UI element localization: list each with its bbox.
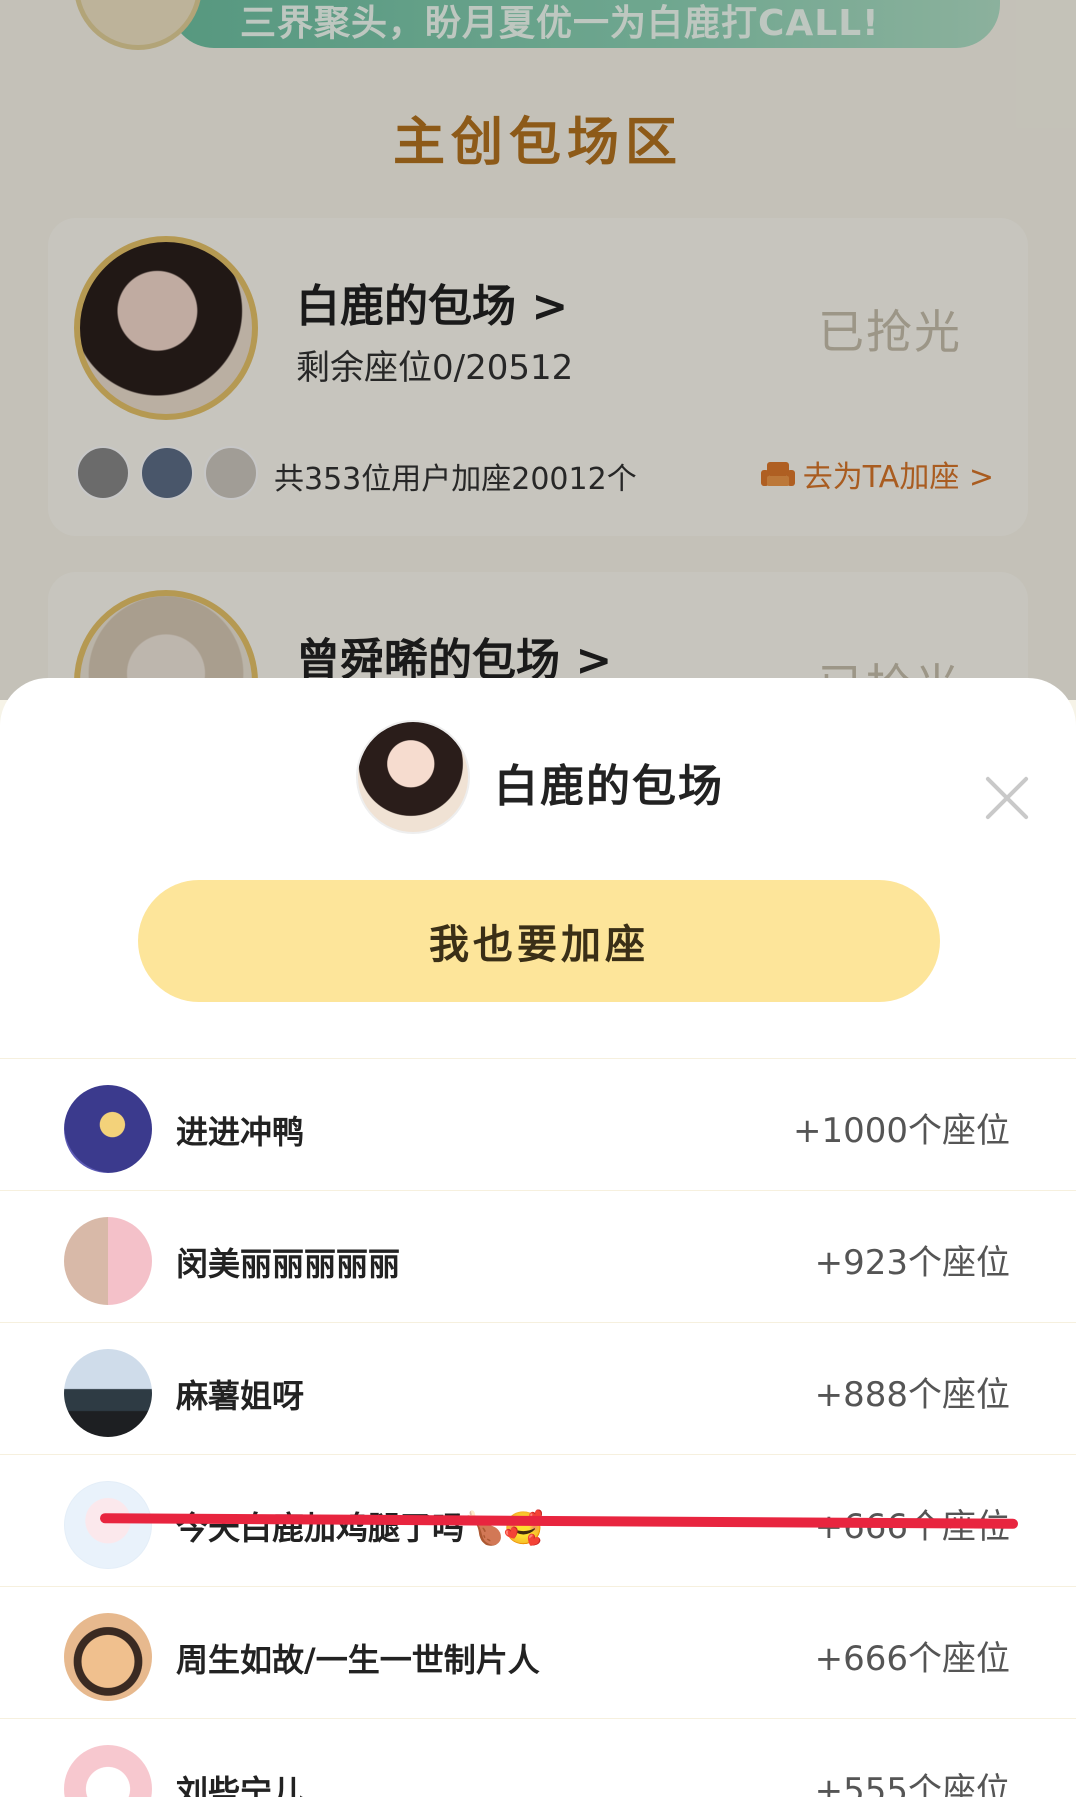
dim-overlay[interactable]: [0, 0, 1076, 700]
avatar: [356, 720, 470, 834]
seat-count: +1000个座位: [792, 1111, 1010, 1151]
user-name: 今天白鹿加鸡腿了吗🍗🥰: [176, 1503, 544, 1549]
seat-count: +666个座位: [814, 1639, 1010, 1679]
avatar: [64, 1613, 152, 1701]
user-name: 周生如故/一生一世制片人: [176, 1641, 540, 1679]
avatar: [64, 1349, 152, 1437]
sheet-title: 白鹿的包场: [494, 761, 724, 812]
avatar: [64, 1217, 152, 1305]
list-item: 闵美丽丽丽丽丽 +923个座位: [0, 1190, 1076, 1322]
seat-count: +923个座位: [814, 1243, 1010, 1283]
close-icon[interactable]: [978, 770, 1034, 826]
seat-count: +888个座位: [814, 1375, 1010, 1415]
supporter-list: 进进冲鸭 +1000个座位 闵美丽丽丽丽丽 +923个座位 麻薯姐呀 +888个…: [0, 1058, 1076, 1797]
list-item: 周生如故/一生一世制片人 +666个座位: [0, 1586, 1076, 1718]
bottom-sheet: 白鹿的包场 我也要加座 进进冲鸭 +1000个座位 闵美丽丽丽丽丽 +923个座…: [0, 678, 1076, 1797]
avatar: [64, 1481, 152, 1569]
list-item: 麻薯姐呀 +888个座位: [0, 1322, 1076, 1454]
user-name: 闵美丽丽丽丽丽: [176, 1245, 401, 1283]
list-item: 进进冲鸭 +1000个座位: [0, 1058, 1076, 1190]
avatar: [64, 1745, 152, 1797]
avatar: [64, 1085, 152, 1173]
user-name: 麻薯姐呀: [176, 1377, 305, 1415]
list-item: 刘些宁儿 +555个座位: [0, 1718, 1076, 1797]
add-seat-button[interactable]: 我也要加座: [138, 880, 940, 1002]
sheet-header: 白鹿的包场: [0, 720, 1076, 836]
user-name: 进进冲鸭: [176, 1113, 305, 1151]
seat-count: +555个座位: [814, 1771, 1010, 1797]
user-name: 刘些宁儿: [176, 1773, 305, 1797]
background-page: 三界聚头，盼月夏优一为白鹿打CALL! 主创包场区 白鹿的包场 > 剩余座位0/…: [0, 0, 1076, 700]
